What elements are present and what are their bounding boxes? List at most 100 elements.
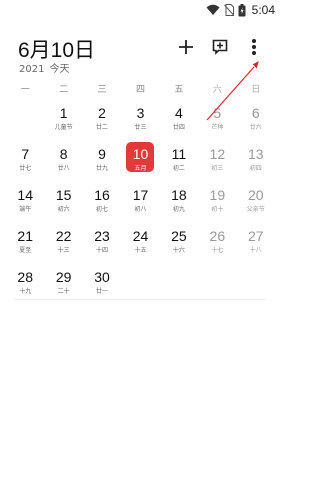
lunar-label: 十五 [134, 247, 147, 254]
status-bar: 5:04 [0, 0, 281, 20]
day-cell[interactable]: 24 十五 [121, 225, 159, 266]
day-cell[interactable]: 3 廿三 [121, 102, 159, 143]
day-number: 12 [209, 146, 226, 162]
divider [14, 299, 267, 300]
new-event-button[interactable] [209, 36, 231, 58]
day-cell[interactable]: 14 端午 [6, 184, 44, 225]
day-number: 16 [94, 187, 110, 203]
day-cell[interactable]: 17 初八 [121, 184, 159, 225]
lunar-label: 十六 [172, 247, 185, 254]
day-cell[interactable]: 23 十四 [83, 225, 121, 266]
weekday-label: 三 [97, 85, 107, 95]
add-button[interactable] [175, 36, 197, 58]
day-cell[interactable]: 12 初三 [198, 143, 236, 184]
day-cell[interactable]: 4 廿四 [160, 102, 198, 143]
weekday-label: 一 [20, 85, 30, 95]
day-cell[interactable]: 2 廿二 [83, 102, 121, 143]
day-cell[interactable]: 20 父亲节 [237, 184, 275, 225]
day-cell[interactable]: 13 初四 [237, 143, 275, 184]
day-number: 25 [171, 228, 187, 244]
weekday-label: 四 [135, 85, 145, 95]
day-number: 1 [59, 105, 68, 121]
day-number: 30 [94, 269, 110, 285]
day-number: 7 [21, 146, 30, 162]
week-row: 14 端午 15 初六 16 初七 17 初八 18 初九 19 初十 20 父亲节 [6, 184, 275, 225]
lunar-label: 廿一 [96, 288, 109, 295]
lunar-label: 十三 [57, 247, 70, 254]
day-cell[interactable]: 16 初七 [83, 184, 121, 225]
weekday-header: 一 二 三 四 五 六 日 [6, 82, 275, 95]
lunar-label: 廿四 [172, 124, 185, 131]
day-number: 6 [251, 105, 260, 121]
weekday-label: 二 [59, 85, 69, 95]
day-cell[interactable]: 15 初六 [44, 184, 82, 225]
lunar-label: 廿七 [19, 165, 32, 172]
day-cell[interactable]: 11 初二 [160, 143, 198, 184]
lunar-label: 初六 [57, 206, 70, 213]
calendar-header: 6月10日 2021 今天 [18, 34, 271, 75]
lunar-label: 初八 [134, 206, 147, 213]
day-cell[interactable]: 5 芒种 [198, 102, 236, 143]
lunar-label: 初二 [172, 165, 185, 172]
day-cell[interactable]: 19 初十 [198, 184, 236, 225]
lunar-label: 廿八 [57, 165, 70, 172]
year-label: 2021 [19, 64, 45, 75]
day-cell[interactable]: 9 廿九 [83, 143, 121, 184]
day-cell[interactable]: 21 夏至 [6, 225, 44, 266]
month-grid: 1 儿童节 2 廿二 3 廿三 4 廿四 5 芒种 6 廿六 7 廿七 8 廿八 9 廿九 10 五月 11 初二 12 初三… [6, 102, 275, 307]
lunar-label: 芒种 [211, 124, 224, 131]
day-number: 3 [136, 105, 145, 121]
day-cell[interactable]: 6 廿六 [237, 102, 275, 143]
day-cell-selected[interactable]: 10 五月 [121, 142, 159, 184]
lunar-label: 廿二 [96, 124, 109, 131]
week-row: 21 夏至 22 十三 23 十四 24 十五 25 十六 26 十七 27 十八 [6, 225, 275, 266]
day-number: 18 [171, 187, 187, 203]
battery-icon [238, 3, 246, 16]
lunar-label: 儿童节 [54, 124, 73, 131]
day-cell[interactable]: 27 十八 [237, 225, 275, 266]
day-cell[interactable]: 30 廿一 [83, 266, 121, 307]
add-box-icon [212, 39, 228, 55]
day-cell[interactable]: 18 初九 [160, 184, 198, 225]
day-cell[interactable]: 25 十六 [160, 225, 198, 266]
lunar-label: 廿九 [96, 165, 109, 172]
day-cell[interactable]: 26 十七 [198, 225, 236, 266]
toolbar [175, 36, 265, 58]
week-row: 7 廿七 8 廿八 9 廿九 10 五月 11 初二 12 初三 13 初四 [6, 142, 275, 184]
day-number: 13 [247, 146, 264, 162]
day-number: 4 [175, 105, 183, 121]
day-number: 21 [17, 228, 33, 244]
day-cell[interactable]: 29 二十 [44, 266, 82, 307]
day-cell[interactable]: 28 十九 [6, 266, 44, 307]
day-cell[interactable]: 1 儿童节 [44, 102, 82, 143]
week-row: 1 儿童节 2 廿二 3 廿三 4 廿四 5 芒种 6 廿六 [6, 102, 275, 143]
day-cell[interactable]: 7 廿七 [6, 143, 44, 184]
more-options-button[interactable] [243, 36, 265, 58]
day-number: 23 [94, 228, 110, 244]
weekday-label: 六 [212, 85, 222, 95]
day-cell[interactable]: 8 廿八 [44, 143, 82, 184]
plus-icon [179, 40, 193, 54]
day-number: 28 [17, 269, 33, 285]
lunar-label: 初十 [211, 206, 224, 213]
day-number: 14 [17, 187, 33, 203]
day-number: 26 [209, 228, 226, 244]
day-number: 2 [98, 105, 106, 121]
day-number: 10 [132, 146, 149, 162]
lunar-label: 初三 [211, 165, 224, 172]
wifi-icon [206, 4, 220, 15]
week-row: 28 十九 29 二十 30 廿一 [6, 266, 275, 307]
lunar-label: 初四 [249, 165, 262, 172]
day-number: 27 [247, 228, 264, 244]
lunar-label: 初九 [172, 206, 185, 213]
day-number: 20 [247, 187, 264, 203]
lunar-label: 廿三 [134, 124, 147, 131]
day-cell[interactable]: 22 十三 [44, 225, 82, 266]
lunar-label: 端午 [19, 206, 32, 213]
day-number: 19 [209, 187, 226, 203]
lunar-label: 夏至 [19, 247, 32, 254]
day-number: 22 [55, 228, 72, 244]
day-number: 9 [98, 146, 106, 162]
today-button[interactable]: 今天 [49, 64, 69, 75]
lunar-label: 十九 [19, 288, 32, 295]
